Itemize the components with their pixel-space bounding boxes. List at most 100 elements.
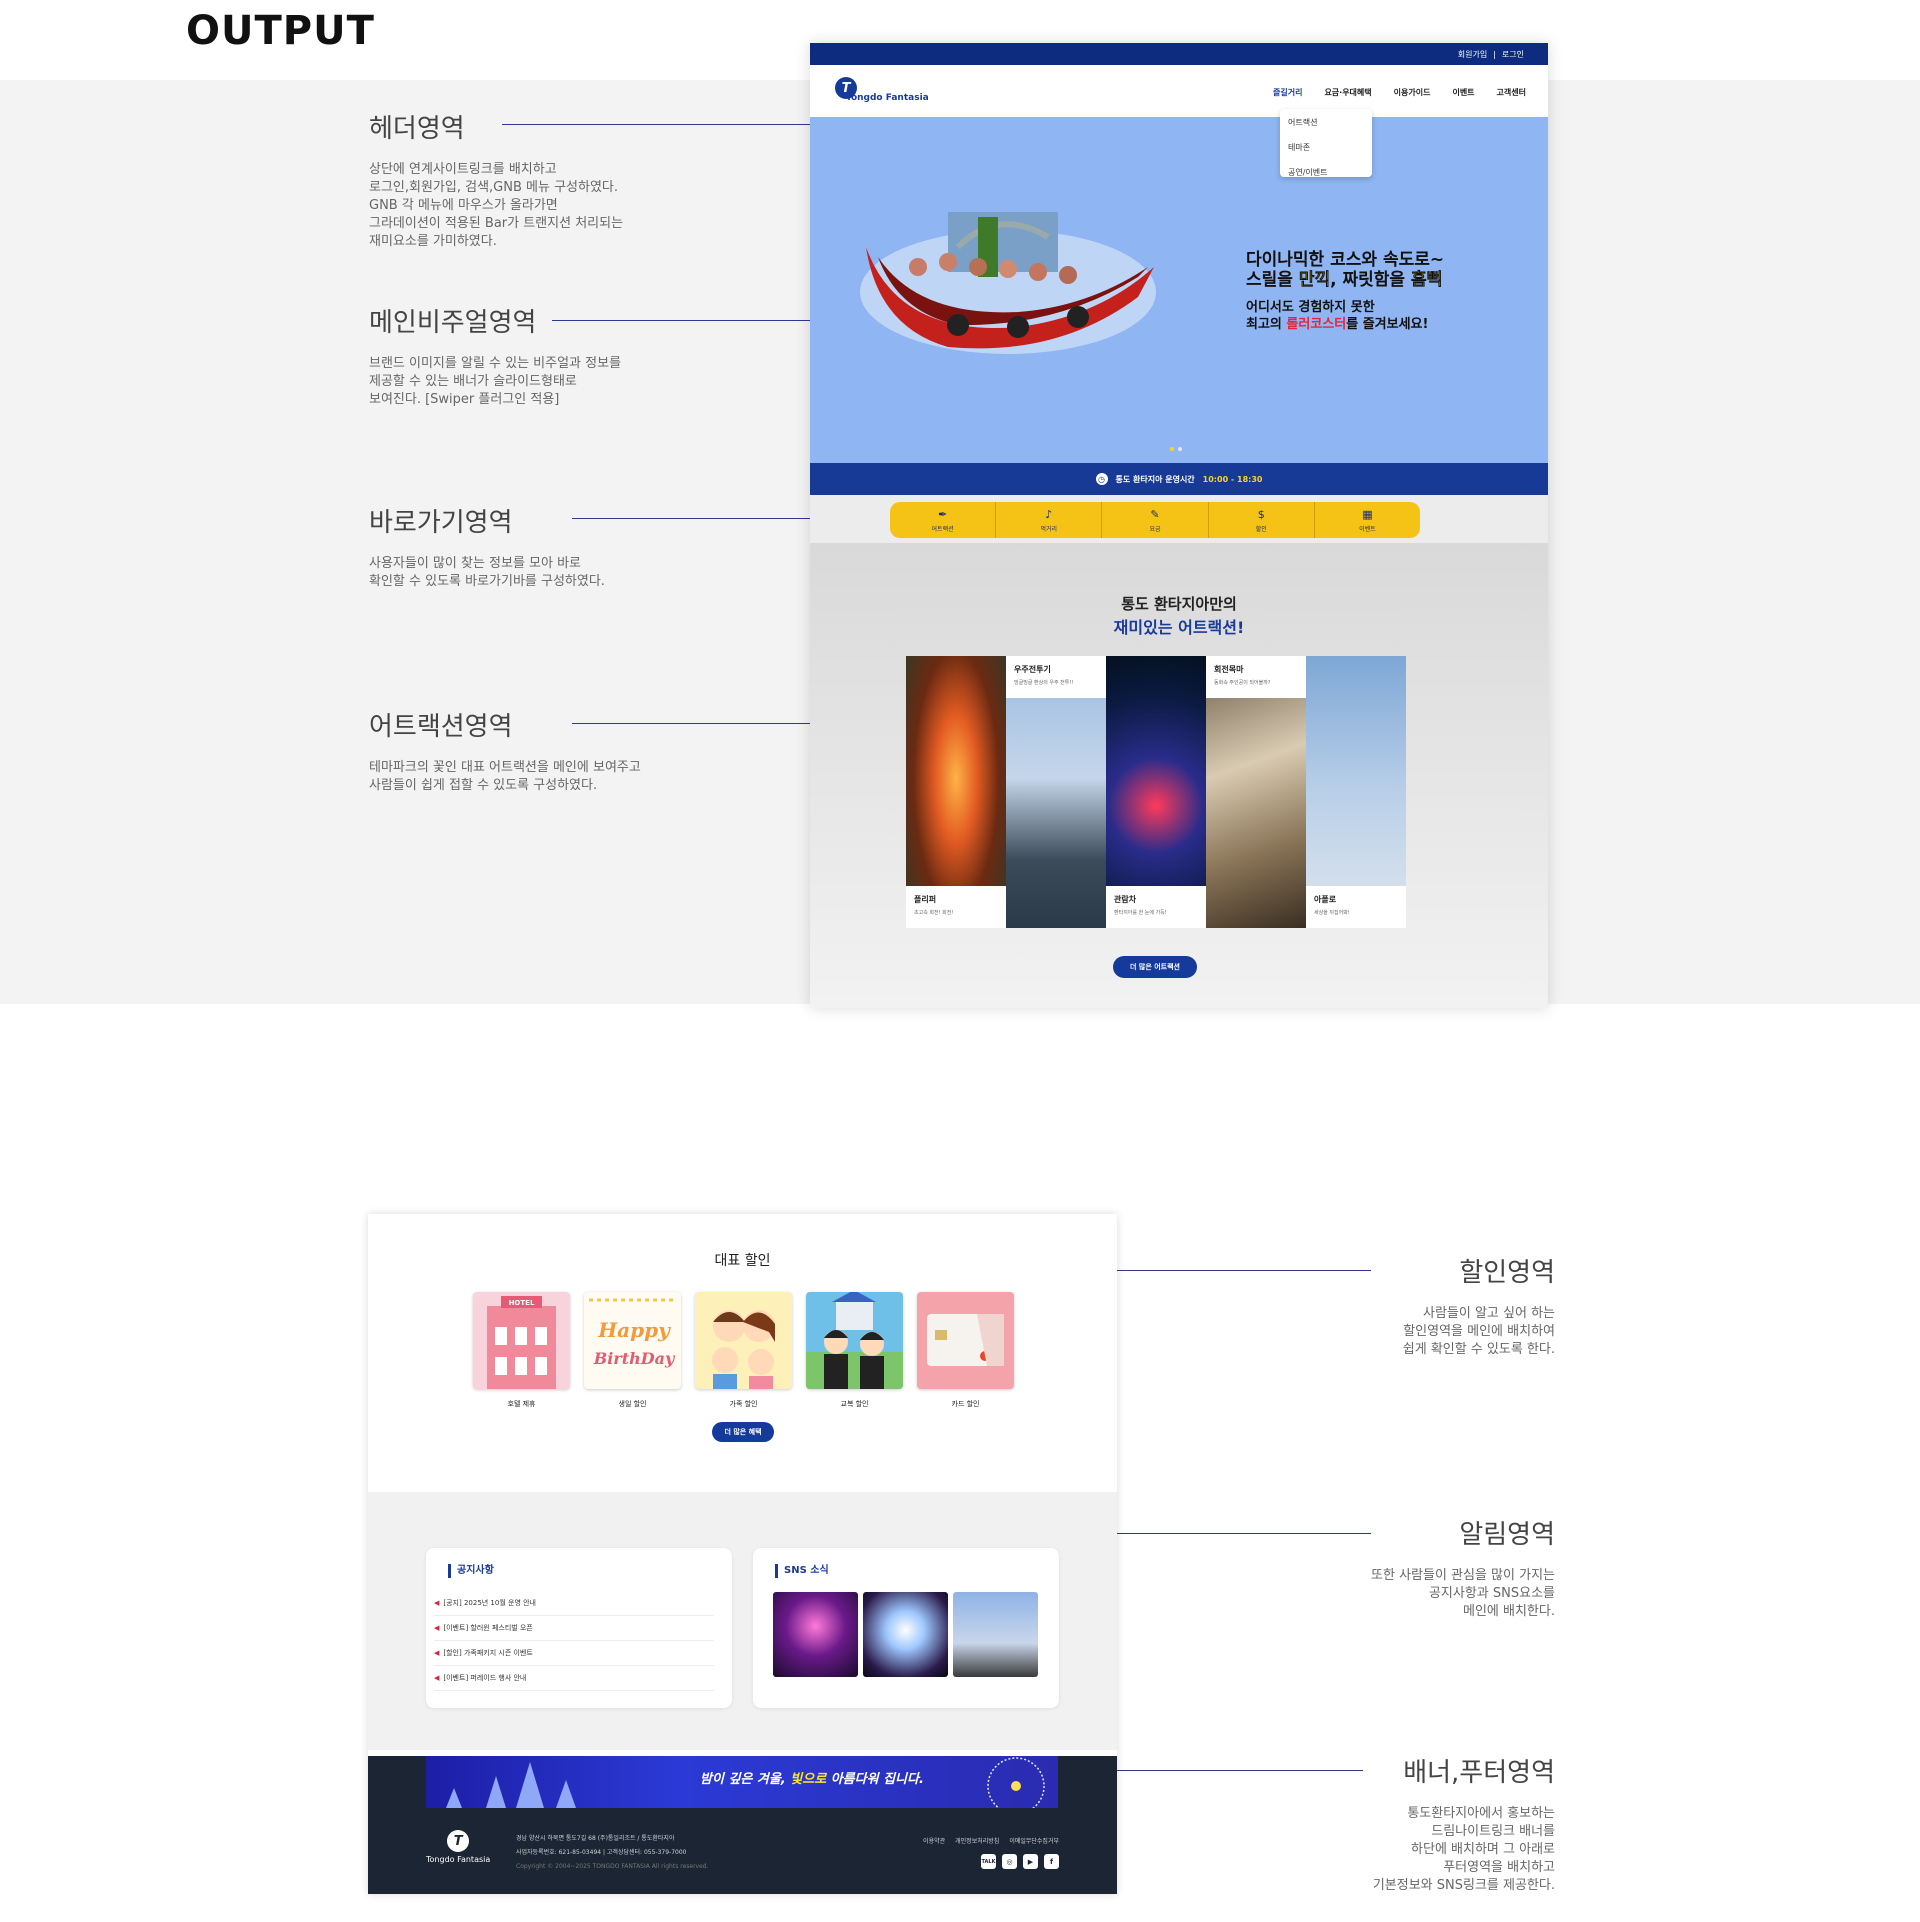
anno-notice: 알림영역 또한 사람들이 관심을 많이 가지는 공지사항과 SNS요소를 메인에… <box>1135 1514 1555 1621</box>
login-link[interactable]: 로그인 <box>1502 49 1524 60</box>
footer-copyright: Copyright © 2004~2025 TONGDO FANTASIA Al… <box>516 1863 709 1870</box>
discount-item[interactable]: HOTEL 호텔 제휴 <box>473 1292 570 1409</box>
notice-item[interactable]: ◀ [이벤트] 할러윈 페스티벌 오픈 <box>434 1619 714 1641</box>
hammer-icon: ✒ <box>937 508 948 521</box>
anno-footer: 배너,푸터영역 통도환타지아에서 홍보하는 드림나이트링크 배너를 하단에 배치… <box>1135 1752 1555 1895</box>
main-visual: 다이나믹한 코스와 속도로~ 스릴을 만끽, 짜릿함을 흠뻑 어디서도 경험하지… <box>810 117 1548 463</box>
anno-desc: 사용자들이 많이 찾는 정보를 모아 바로 확인할 수 있도록 바로가기바를 구… <box>369 556 605 589</box>
notice-panel: 공지사항 ◀ [공지] 2025년 10월 운영 안내 ◀ [이벤트] 할러윈 페스… <box>426 1548 732 1708</box>
clock-icon: ◷ <box>1095 473 1108 485</box>
discount-item[interactable]: 카드 할인 <box>917 1292 1014 1409</box>
megaphone-icon: ◀ <box>434 1649 440 1657</box>
terms-link[interactable]: 이용약관 <box>923 1836 945 1845</box>
anno-attraction: 어트랙션영역 테마파크의 꽃인 대표 어트랙션을 메인에 보여주고 사람들이 쉽… <box>369 706 641 795</box>
discount-item[interactable]: 가족 할인 <box>695 1292 792 1409</box>
dropdown-item[interactable]: 공연/이벤트 <box>1288 167 1364 178</box>
more-attractions-button[interactable]: 더 많은 어트랙션 <box>1113 956 1197 978</box>
logo-text: Tongdo Fantasia <box>846 93 929 103</box>
discount-list: HOTEL 호텔 제휴 Happy BirthDay 생일 할인 가족 할인 교… <box>473 1292 1014 1409</box>
footer-sns: TALK ◎ ▶ f <box>981 1854 1059 1869</box>
more-benefits-button[interactable]: 더 많은 혜택 <box>712 1422 774 1442</box>
anno-desc: 상단에 연계사이트링크를 배치하고 로그인,회원가입, 검색,GNB 메뉴 구성… <box>369 162 624 249</box>
birthday-image: Happy BirthDay <box>584 1292 681 1389</box>
svg-text:HOTEL: HOTEL <box>509 1299 535 1307</box>
quick-item-event[interactable]: ▦ 이벤트 <box>1315 502 1420 538</box>
quick-item-discount[interactable]: $ 할인 <box>1209 502 1315 538</box>
signup-link[interactable]: 회원가입 <box>1458 49 1487 60</box>
megaphone-icon: ◀ <box>434 1674 440 1682</box>
footer-links: 이용약관 개인정보처리방침 이메일무단수집거부 <box>923 1836 1059 1845</box>
uniform-image <box>806 1292 903 1389</box>
anno-main-visual: 메인비주얼영역 브랜드 이미지를 알릴 수 있는 비주얼과 정보를 제공할 수 … <box>369 302 621 409</box>
attraction-card[interactable]: 관람차 환타지아를 한 눈에 가득! <box>1106 656 1206 928</box>
site-mockup-bottom: 대표 할인 HOTEL 호텔 제휴 Happy BirthDay 생일 할인 가… <box>368 1214 1117 1894</box>
banner-text: 밤이 깊은 겨울, 빛으로 아름다워 집니다. <box>700 1772 924 1787</box>
instagram-icon[interactable]: ◎ <box>1002 1854 1017 1869</box>
headline-line1: 다이나믹한 코스와 속도로~ <box>1246 250 1445 270</box>
anno-title: 어트랙션영역 <box>369 712 513 742</box>
dream-night-banner[interactable]: 밤이 깊은 겨울, 빛으로 아름다워 집니다. <box>426 1756 1058 1808</box>
attraction-card[interactable]: 플리퍼 초고속 회전! 회전! <box>906 656 1006 928</box>
sns-photo[interactable] <box>863 1592 948 1677</box>
gnb-item-event[interactable]: 이벤트 <box>1452 87 1474 98</box>
discount-label: 생일 할인 <box>618 1400 647 1408</box>
quick-item-food[interactable]: ♪ 먹거리 <box>996 502 1103 538</box>
dollar-icon: $ <box>1257 508 1265 521</box>
discount-label: 가족 할인 <box>729 1400 758 1408</box>
attraction-card[interactable]: 회전목마 동화속 주인공이 되어볼까? <box>1206 656 1306 928</box>
leader-line <box>1107 1533 1371 1534</box>
discount-item[interactable]: Happy BirthDay 생일 할인 <box>584 1292 681 1409</box>
headline-line2: 스릴을 만끽, 짜릿함을 흠뻑 <box>1246 270 1443 290</box>
header-nav: T Tongdo Fantasia 즐길거리 요금·우대혜택 이용가이드 이벤트… <box>810 65 1548 117</box>
footer: 밤이 깊은 겨울, 빛으로 아름다워 집니다. T Tongdo Fantasi… <box>368 1756 1117 1894</box>
megaphone-icon: ◀ <box>434 1599 440 1607</box>
svg-text:Happy: Happy <box>597 1318 671 1342</box>
attraction-title: 통도 환타지아만의 재미있는 어트랙션! <box>1113 595 1245 637</box>
talk-icon[interactable]: TALK <box>981 1854 996 1869</box>
leader-line <box>1107 1270 1371 1271</box>
slider-dot <box>1178 447 1182 451</box>
sns-photo[interactable] <box>773 1592 858 1677</box>
card-image <box>917 1292 1014 1389</box>
attraction-card[interactable]: 우주전투기 빙글빙글 환상의 우주 전투!! <box>1006 656 1106 928</box>
util-bar: 회원가입 | 로그인 <box>810 43 1548 65</box>
headline-line4: 최고의 롤러코스터를 즐겨보세요! <box>1246 317 1429 332</box>
dropdown-item[interactable]: 테마존 <box>1288 142 1364 153</box>
discount-item[interactable]: 교복 할인 <box>806 1292 903 1409</box>
footer-logo[interactable]: T Tongdo Fantasia <box>426 1830 490 1864</box>
calendar-icon: ▦ <box>1362 508 1373 521</box>
quick-item-attraction[interactable]: ✒ 어트랙션 <box>890 502 997 538</box>
notice-title: 공지사항 <box>448 1564 494 1578</box>
facebook-icon[interactable]: f <box>1044 1854 1059 1869</box>
anno-quick: 바로가기영역 사용자들이 많이 찾는 정보를 모아 바로 확인할 수 있도록 바… <box>369 502 605 591</box>
sns-photo[interactable] <box>953 1592 1038 1677</box>
notice-item[interactable]: ◀ [공지] 2025년 10월 운영 안내 <box>434 1594 714 1616</box>
attraction-cards: 플리퍼 초고속 회전! 회전! 우주전투기 빙글빙글 환상의 우주 전투!! 관람차… <box>906 656 1406 928</box>
anno-title: 바로가기영역 <box>369 508 513 538</box>
slider-pagination[interactable] <box>1170 447 1182 451</box>
site-logo[interactable]: T Tongdo Fantasia <box>835 73 929 103</box>
dropdown-item[interactable]: 어트랙션 <box>1288 117 1364 128</box>
footer-biz: 사업자등록번호: 621-85-03494 | 고객상담센터: 055-379-… <box>516 1849 687 1856</box>
youtube-icon[interactable]: ▶ <box>1023 1854 1038 1869</box>
gnb-dropdown: 어트랙션 테마존 공연/이벤트 <box>1280 109 1372 177</box>
gnb-item-cs[interactable]: 고객센터 <box>1497 87 1526 98</box>
operating-hours-bar: ◷ 통도 환타지아 운영시간 10:00 - 18:30 <box>810 463 1548 495</box>
util-sep: | <box>1493 49 1496 59</box>
svg-text:BirthDay: BirthDay <box>593 1349 676 1368</box>
gnb-item-fun[interactable]: 즐길거리 <box>1273 87 1302 98</box>
discount-label: 카드 할인 <box>951 1400 980 1408</box>
gnb-item-price[interactable]: 요금·우대혜택 <box>1324 87 1371 98</box>
discount-label: 호텔 제휴 <box>507 1400 536 1408</box>
notice-item[interactable]: ◀ [이벤트] 퍼레이드 행사 안내 <box>434 1669 714 1691</box>
privacy-link[interactable]: 개인정보처리방침 <box>955 1836 999 1845</box>
attraction-card[interactable]: 아폴로 세상을 뒤집어봐! <box>1306 656 1406 928</box>
footer-address: 경남 양산시 하북면 통도7길 68 (주)통일리조트 / 통도환타지아 <box>516 1835 675 1842</box>
gnb-item-guide[interactable]: 이용가이드 <box>1394 87 1431 98</box>
ticket-icon: ✎ <box>1150 508 1160 521</box>
anno-desc: 테마파크의 꽃인 대표 어트랙션을 메인에 보여주고 사람들이 쉽게 접할 수 … <box>369 760 641 793</box>
notice-item[interactable]: ◀ [할인] 가족패키지 시즌 이벤트 <box>434 1644 714 1666</box>
sns-title: SNS 소식 <box>775 1564 829 1578</box>
quick-item-price[interactable]: ✎ 요금 <box>1102 502 1209 538</box>
email-policy-link[interactable]: 이메일무단수집거부 <box>1009 1836 1059 1845</box>
